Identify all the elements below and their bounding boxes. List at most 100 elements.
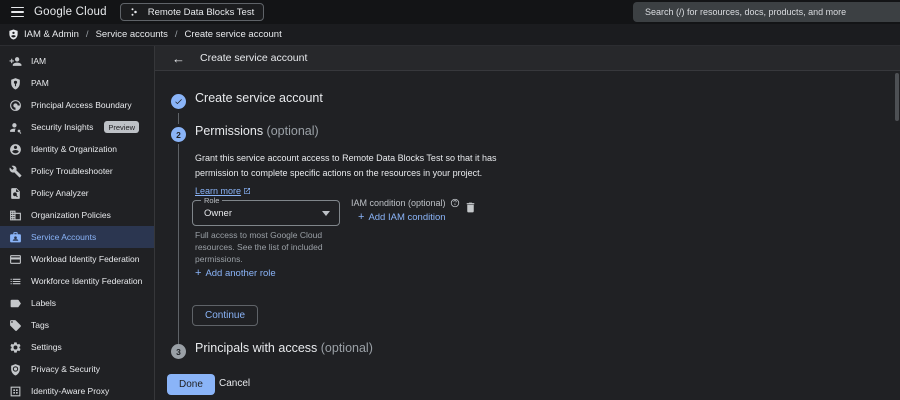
sidebar-item-label: Workforce Identity Federation [31, 276, 143, 286]
shield-globe-icon [9, 363, 22, 376]
label-icon [9, 297, 22, 310]
step1-title[interactable]: Create service account [195, 91, 323, 105]
role-field-label: Role [201, 196, 223, 205]
person-search-icon [9, 121, 22, 134]
sidebar-item-security-insights[interactable]: Security Insights Preview [0, 116, 154, 138]
cancel-button[interactable]: Cancel [219, 378, 250, 389]
page-header: ← Create service account [155, 46, 900, 71]
delete-role-button[interactable] [464, 200, 477, 215]
back-button[interactable]: ← [172, 52, 185, 65]
iam-condition-label: IAM condition (optional) [351, 198, 446, 208]
permissions-description: Grant this service account access to Rem… [195, 153, 497, 178]
sidebar-item-label: IAM [31, 56, 47, 66]
wrench-icon [9, 165, 22, 178]
sidebar-item-label: Policy Analyzer [31, 188, 89, 198]
step2-circle: 2 [171, 127, 186, 142]
sidebar-item-label: Policy Troubleshooter [31, 166, 113, 176]
step2-title-suffix: (optional) [266, 124, 319, 138]
doc-search-icon [9, 187, 22, 200]
sidebar-item-label: Tags [31, 320, 49, 330]
breadcrumb-iam-admin[interactable]: IAM & Admin [24, 29, 79, 40]
sidebar-item-label: Identity & Organization [31, 144, 117, 154]
continue-button[interactable]: Continue [192, 305, 259, 326]
project-icon [130, 6, 142, 18]
plus-icon: + [195, 267, 202, 279]
help-icon[interactable] [450, 198, 460, 208]
search-box [633, 2, 900, 22]
role-select[interactable]: Role Owner [192, 196, 340, 226]
breadcrumb-separator: / [85, 29, 89, 40]
sidebar-item-principal-access-boundary[interactable]: Principal Access Boundary [0, 94, 154, 116]
role-helper-text: Full access to most Google Cloud resourc… [195, 230, 323, 264]
sidebar-item-identity-organization[interactable]: Identity & Organization [0, 138, 154, 160]
add-iam-condition-label: Add IAM condition [368, 212, 446, 223]
top-bar: Google Cloud Remote Data Blocks Test [0, 0, 900, 24]
sidebar-item-label: Settings [31, 342, 62, 352]
breadcrumb-create-service-account: Create service account [184, 29, 282, 40]
sidebar-item-identity-aware-proxy[interactable]: Identity-Aware Proxy [0, 380, 154, 400]
sidebar-item-label: Principal Access Boundary [31, 100, 132, 110]
card-icon [9, 253, 22, 266]
step3-title-text: Principals with access [195, 341, 321, 355]
iam-condition-label-row: IAM condition (optional) [351, 198, 460, 208]
search-input[interactable] [633, 7, 900, 17]
sidebar-item-label: PAM [31, 78, 49, 88]
project-selector-button[interactable]: Remote Data Blocks Test [119, 3, 265, 21]
chevron-down-icon [322, 210, 330, 216]
sidebar-item-label: Service Accounts [31, 232, 97, 242]
sidebar-item-label: Privacy & Security [31, 364, 100, 374]
breadcrumb: IAM & Admin / Service accounts / Create … [0, 24, 900, 46]
service-accounts-icon [9, 231, 22, 244]
proxy-grid-icon [9, 385, 22, 398]
permissions-description-block: Grant this service account access to Rem… [195, 151, 540, 199]
sidebar-item-tags[interactable]: Tags [0, 314, 154, 336]
org-policies-icon [9, 209, 22, 222]
sidebar-item-labels[interactable]: Labels [0, 292, 154, 314]
breadcrumb-service-accounts[interactable]: Service accounts [96, 29, 168, 40]
person-circle-icon [9, 143, 22, 156]
external-link-icon [243, 187, 251, 195]
main-panel: ← Create service account Create service … [155, 46, 900, 400]
gear-icon [9, 341, 22, 354]
sidebar-item-organization-policies[interactable]: Organization Policies [0, 204, 154, 226]
shield-key-icon [9, 77, 22, 90]
sidebar-item-workforce-identity-federation[interactable]: Workforce Identity Federation [0, 270, 154, 292]
iam-admin-icon [8, 29, 19, 40]
wizard-content: Create service account 2 Permissions (op… [155, 71, 900, 400]
done-button[interactable]: Done [167, 374, 215, 395]
sidebar-item-workload-identity-federation[interactable]: Workload Identity Federation [0, 248, 154, 270]
add-another-role-button[interactable]: + Add another role [195, 267, 276, 280]
project-name: Remote Data Blocks Test [147, 6, 255, 18]
learn-more-link[interactable]: Learn more [195, 186, 251, 196]
sidebar-item-label: Labels [31, 298, 57, 308]
page-title: Create service account [200, 52, 308, 64]
plus-icon: + [358, 211, 365, 223]
role-selected-value: Owner [204, 207, 232, 219]
sidebar-item-settings[interactable]: Settings [0, 336, 154, 358]
scrollbar-thumb[interactable] [895, 73, 899, 121]
sidebar-list: IAM PAM Principal Access Boundary Security … [0, 50, 154, 400]
step2-title: Permissions (optional) [195, 124, 319, 138]
step3-title-suffix: (optional) [320, 341, 373, 355]
person-add-icon [9, 55, 22, 68]
sidebar-item-privacy-security[interactable]: Privacy & Security [0, 358, 154, 380]
sidebar-item-iam[interactable]: IAM [0, 50, 154, 72]
step3-title[interactable]: Principals with access (optional) [195, 341, 373, 355]
step3-circle: 3 [171, 344, 186, 359]
sidebar-item-label: Workload Identity Federation [31, 254, 140, 264]
sidebar-item-pam[interactable]: PAM [0, 72, 154, 94]
sidebar-item-service-accounts[interactable]: Service Accounts [0, 226, 154, 248]
step1-check-circle [171, 94, 186, 109]
stepper-connector [178, 113, 179, 124]
sidebar-item-policy-troubleshooter[interactable]: Policy Troubleshooter [0, 160, 154, 182]
menu-icon[interactable] [0, 0, 26, 24]
add-iam-condition-button[interactable]: + Add IAM condition [358, 211, 446, 224]
sidebar-item-label: Security Insights [31, 122, 94, 132]
sidebar-nav: IAM PAM Principal Access Boundary Security … [0, 46, 155, 400]
list-icon [9, 275, 22, 288]
stepper-connector [178, 144, 179, 344]
boundary-icon [9, 99, 22, 112]
tag-icon [9, 319, 22, 332]
sidebar-item-policy-analyzer[interactable]: Policy Analyzer [0, 182, 154, 204]
preview-badge: Preview [104, 121, 140, 133]
